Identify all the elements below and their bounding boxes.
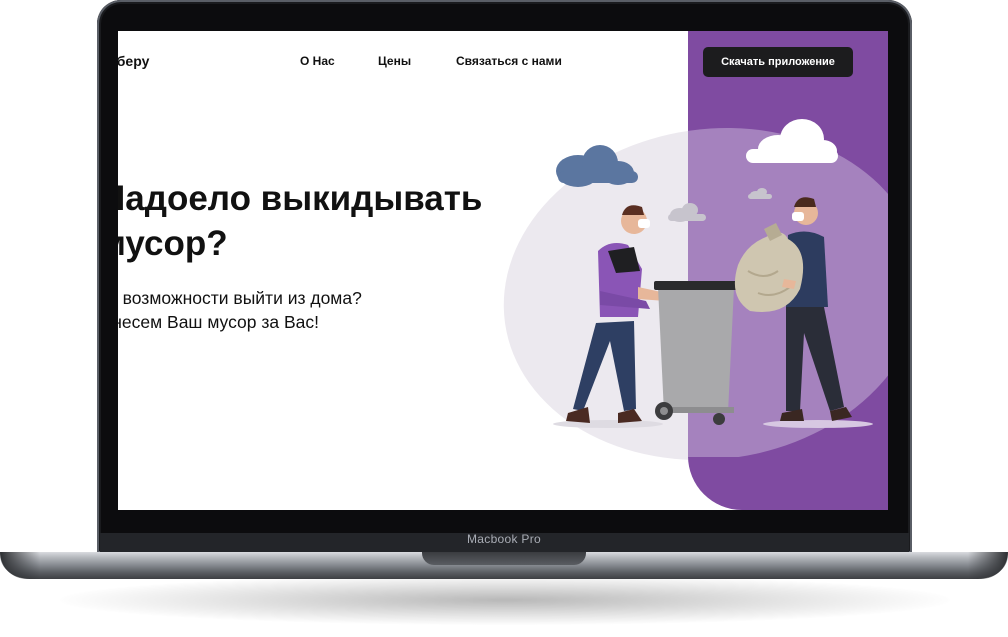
laptop-base-edge-right [968, 552, 1008, 579]
person-right [780, 197, 852, 421]
hero-subtitle-line2: Вынесем Ваш мусор за Вас! [118, 312, 320, 332]
nav-prices[interactable]: Цены [378, 54, 411, 68]
cloud-icon [746, 119, 838, 163]
cloud-icon [748, 188, 772, 199]
hero-title: Надоело выкидывать мусор? [118, 176, 482, 266]
site-logo[interactable]: аберу [118, 53, 149, 69]
cloud-icon [668, 203, 706, 222]
hero-subtitle: Нет возможности выйти из дома? Вынесем В… [118, 286, 362, 334]
website-screen: аберу О Нас Цены Связаться с нами Скачат… [118, 31, 888, 510]
cloud-icon [556, 145, 638, 187]
person-left [566, 205, 666, 423]
nav-about[interactable]: О Нас [300, 54, 335, 68]
device-label: Macbook Pro [467, 532, 541, 546]
hero-title-line1: Надоело выкидывать [118, 179, 483, 218]
trash-bin-icon [654, 281, 740, 425]
hero-subtitle-line1: Нет возможности выйти из дома? [118, 288, 362, 308]
hero-title-line2: мусор? [118, 224, 228, 263]
download-app-button[interactable]: Скачать приложение [703, 47, 853, 77]
laptop-open-notch [422, 552, 586, 565]
nav-contact[interactable]: Связаться с нами [456, 54, 562, 68]
laptop-base-edge-left [0, 552, 40, 579]
laptop-shadow [60, 575, 950, 625]
hero-illustration [553, 119, 873, 428]
